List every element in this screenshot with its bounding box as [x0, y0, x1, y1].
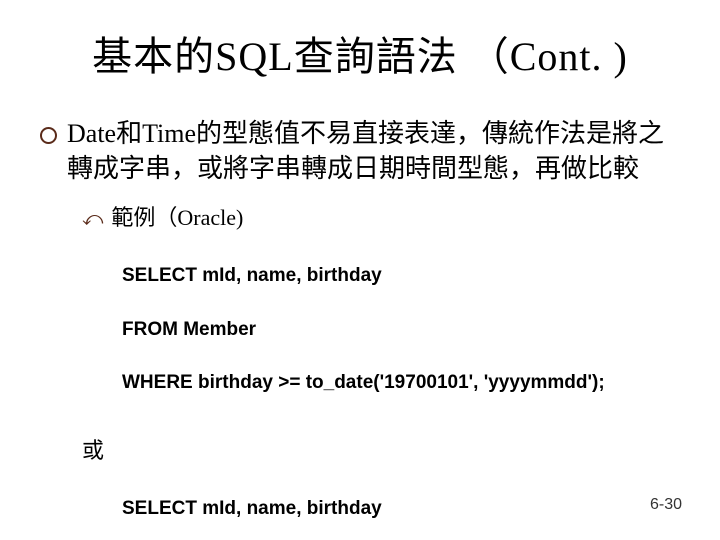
slide-title: 基本的SQL查詢語法 （Cont. ) [38, 24, 682, 82]
slide: 基本的SQL查詢語法 （Cont. ) Date和Time的型態值不易直接表達，… [0, 0, 720, 540]
bullet-level-2: ⤺ 範例（Oracle) [82, 204, 682, 233]
tilde-bullet-icon: ⤺ [82, 206, 103, 232]
code-line: WHERE birthday >= to_date('19700101', 'y… [122, 370, 682, 397]
bullet-1-text: Date和Time的型態值不易直接表達，傳統作法是將之轉成字串，或將字串轉成日期… [67, 116, 682, 186]
code-block-2: SELECT mId, name, birthday FROM Member W… [122, 469, 682, 540]
bullet-level-1: Date和Time的型態值不易直接表達，傳統作法是將之轉成字串，或將字串轉成日期… [38, 116, 682, 186]
code-block-1: SELECT mId, name, birthday FROM Member W… [122, 237, 682, 423]
bullet-2-text: 範例（Oracle) [111, 204, 243, 233]
or-separator: 或 [82, 433, 682, 465]
code-line: SELECT mId, name, birthday [122, 496, 682, 523]
code-line: FROM Member [122, 317, 682, 344]
circle-bullet-icon [40, 127, 57, 144]
code-line: SELECT mId, name, birthday [122, 263, 682, 290]
page-number: 6-30 [650, 496, 682, 514]
